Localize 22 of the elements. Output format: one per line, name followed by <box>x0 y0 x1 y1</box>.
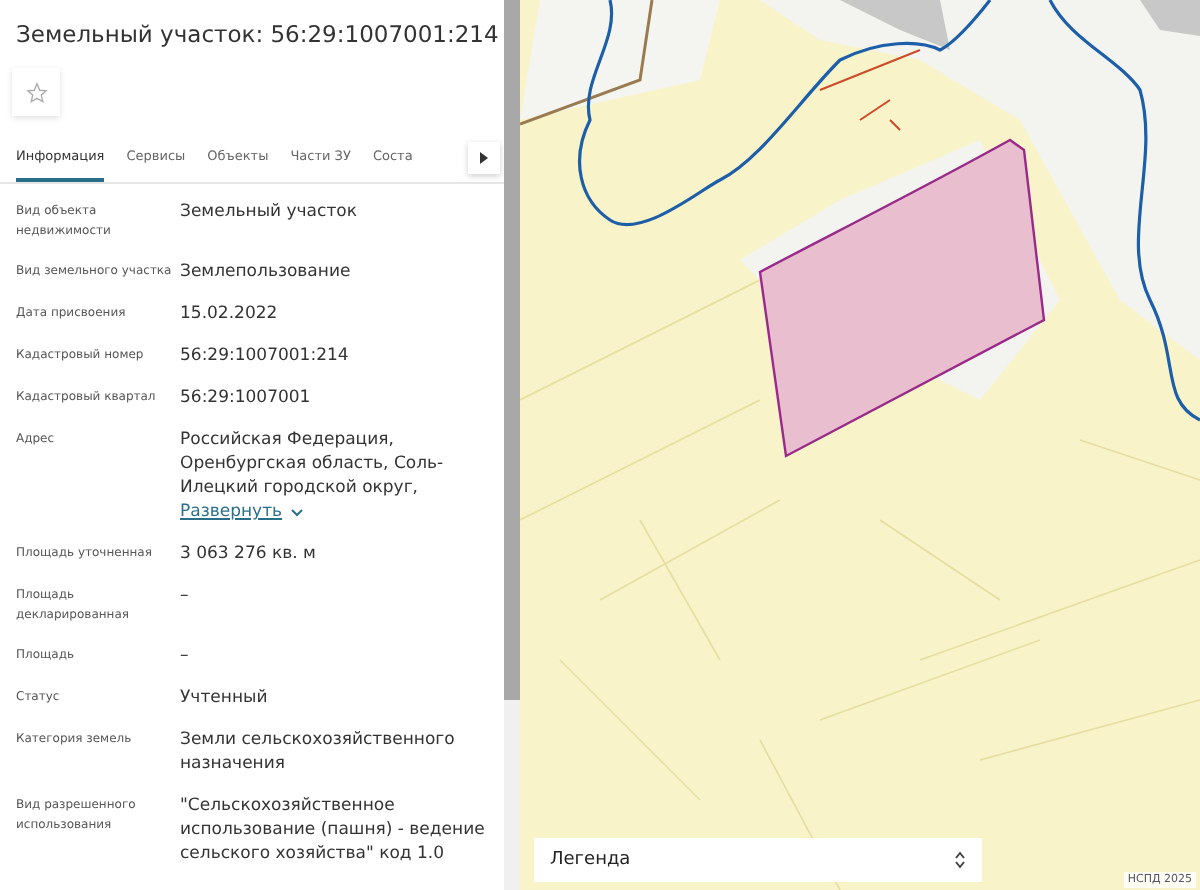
star-icon <box>25 81 47 103</box>
field-value: 56:29:1007001 <box>180 386 313 410</box>
field-value: "Сельскохозяйственное использование (пашня) - ведение сельского хозяйства" код 1.0 <box>180 794 487 866</box>
field-value: 15.02.2022 <box>180 302 280 326</box>
field-value: Земли сельскохозяйственного назначения <box>180 728 457 776</box>
caret-right-icon <box>478 152 490 164</box>
chevron-down-icon <box>290 507 305 517</box>
field-value: – <box>180 584 191 608</box>
field-value: Земельный участок <box>180 200 359 224</box>
field-value: 56:29:1007001:214 <box>180 344 351 368</box>
expand-link[interactable]: Развернуть <box>180 500 305 524</box>
field-value: Российская Федерация, Оренбургская область, Соль-Илецкий городской округ, <box>180 428 446 500</box>
field-value: – <box>180 644 191 668</box>
next-tabs-button[interactable] <box>468 142 500 174</box>
scrollbar[interactable] <box>504 0 520 890</box>
favorite-button[interactable] <box>12 68 60 116</box>
field-value: Землепользование <box>180 260 353 284</box>
field-value: 3 063 276 кв. м <box>180 542 318 566</box>
field-value: Учтенный <box>180 686 270 710</box>
up-down-chevron-icon <box>954 850 966 870</box>
legend-select[interactable]: Легенда <box>534 838 982 882</box>
parcel-title: Земельный участок: 56:29:1007001:214 <box>14 18 501 48</box>
